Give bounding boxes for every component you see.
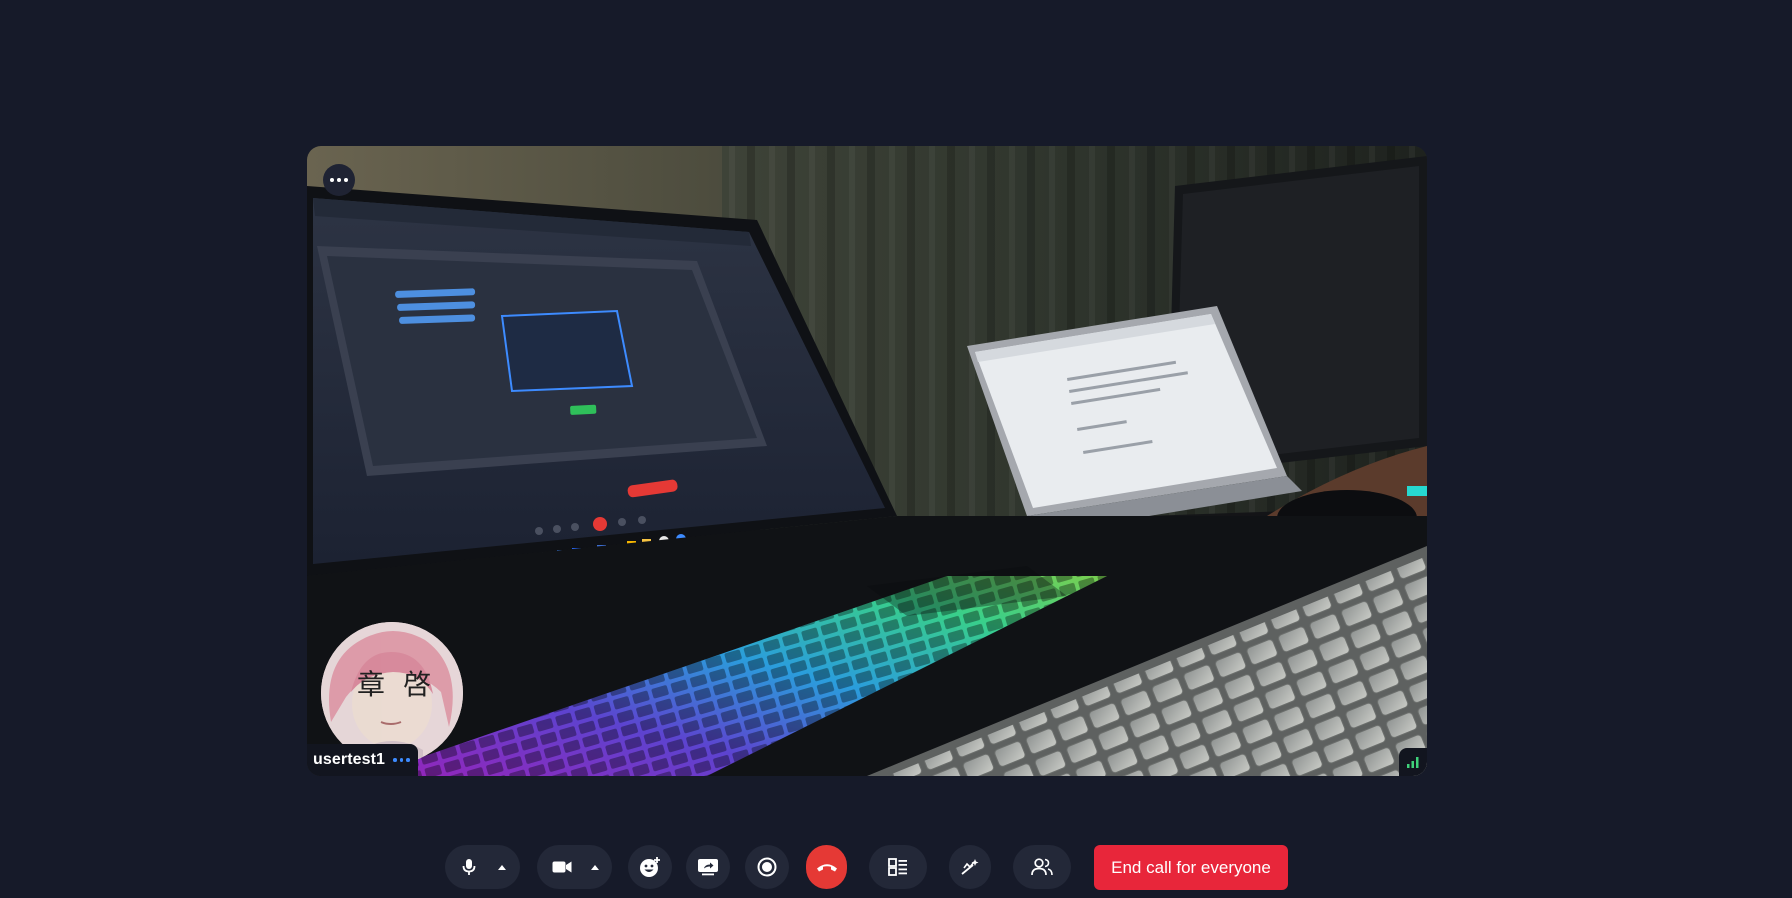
participant-name: usertest1 [313, 751, 386, 768]
hang-up-icon [816, 864, 837, 872]
layout-button[interactable] [869, 845, 927, 889]
participant-name-badge: usertest1 [307, 744, 418, 776]
camera-feed [307, 146, 1427, 776]
participant-avatar: 章 啓 [321, 622, 463, 764]
people-icon [1031, 858, 1053, 876]
camera-toggle-button[interactable] [543, 845, 581, 889]
emoji-add-icon [640, 857, 660, 877]
camera-control-group [537, 845, 612, 889]
tile-more-button[interactable] [323, 164, 355, 196]
camera-options-button[interactable] [581, 845, 609, 889]
chevron-up-icon [498, 865, 506, 870]
record-icon [757, 857, 777, 877]
mic-options-button[interactable] [487, 845, 517, 889]
microphone-icon [462, 859, 476, 875]
more-horizontal-icon [330, 178, 348, 182]
screen-share-icon [698, 859, 718, 876]
sparkle-wand-icon [961, 859, 979, 875]
more-horizontal-icon [393, 758, 410, 762]
participant-video-tile[interactable]: 章 啓 usertest1 [307, 146, 1427, 776]
reactions-button[interactable] [628, 845, 672, 889]
leave-call-button[interactable] [806, 845, 847, 889]
chevron-up-icon [591, 865, 599, 870]
mic-toggle-button[interactable] [451, 845, 487, 889]
screen-share-button[interactable] [686, 845, 730, 889]
participants-button[interactable] [1013, 845, 1071, 889]
signal-strength-icon [1399, 748, 1427, 776]
participant-options-button[interactable] [393, 758, 410, 762]
svg-text:章: 章 [357, 668, 385, 701]
meeting-stage: 章 啓 usertest1 End call for everyone [0, 0, 1792, 898]
mic-control-group [445, 845, 520, 889]
effects-button[interactable] [949, 845, 991, 889]
end-call-for-everyone-button[interactable]: End call for everyone [1094, 845, 1288, 890]
call-controls-toolbar: End call for everyone [0, 845, 1792, 891]
svg-text:啓: 啓 [403, 668, 431, 701]
video-camera-icon [552, 861, 572, 873]
grid-layout-icon [888, 858, 907, 876]
record-button[interactable] [745, 845, 789, 889]
